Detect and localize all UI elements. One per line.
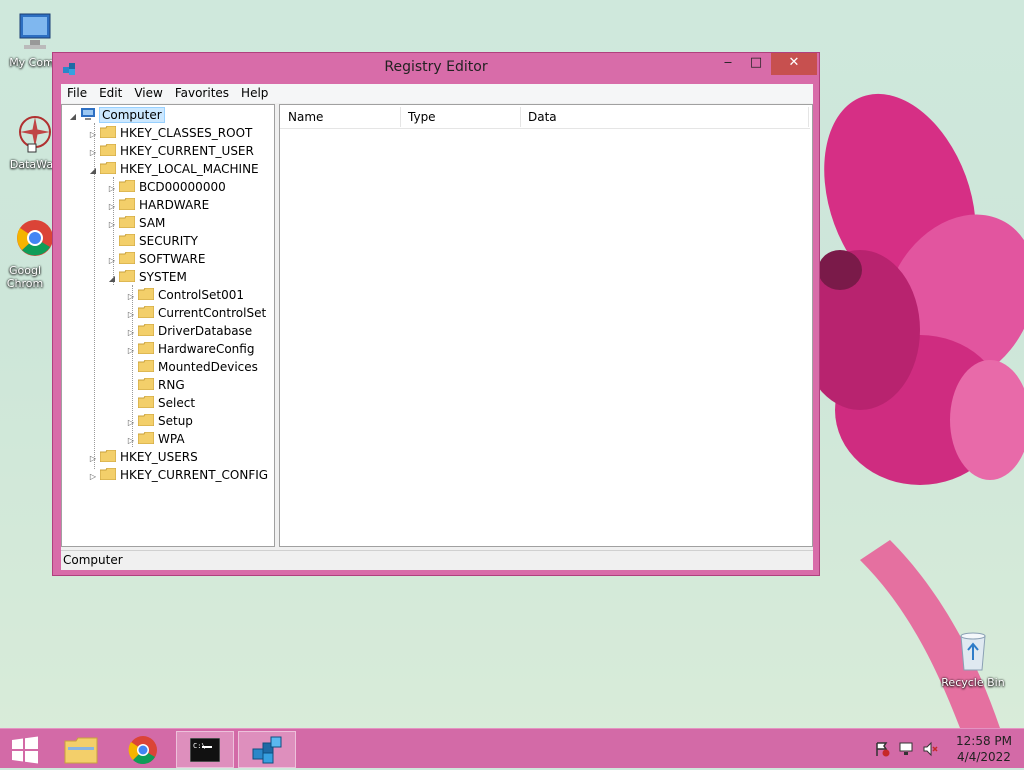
folder-icon: [119, 234, 135, 246]
tree-node-bcd00000000[interactable]: ▷ BCD00000000: [107, 178, 226, 196]
tree-node-select[interactable]: Select: [126, 394, 195, 412]
folder-icon: [100, 162, 116, 174]
computer-icon: [19, 13, 51, 49]
folder-icon: [119, 216, 135, 228]
folder-icon: [100, 126, 116, 138]
registry-editor-window[interactable]: Registry Editor ‒ □ ✕ File Edit View Favori…: [52, 52, 820, 576]
tree-node-system[interactable]: ◢ SYSTEM: [107, 268, 187, 286]
tree-node-computer[interactable]: ◢ Computer: [68, 106, 165, 126]
folder-icon: [119, 252, 135, 264]
folder-icon: [138, 306, 154, 318]
folder-icon: [138, 342, 154, 354]
collapse-arrow-icon[interactable]: ◢: [88, 162, 98, 180]
recycle-bin-icon: [960, 632, 986, 671]
desktop-icon-recycle-bin[interactable]: Recycle Bin: [938, 630, 1008, 689]
taskbar: C:\ 12:58 PM 4/4/2022: [0, 728, 1024, 768]
tree-node-hkey-current-user[interactable]: ▷ HKEY_CURRENT_USER: [88, 142, 254, 160]
collapse-arrow-icon[interactable]: ◢: [107, 270, 117, 288]
folder-icon: [138, 324, 154, 336]
folder-icon: [119, 180, 135, 192]
key-tree-pane[interactable]: ◢ Computer ▷ HKEY_CLASSES_ROOT ▷ HKEY_CURRE…: [61, 104, 275, 547]
tree-node-security[interactable]: SECURITY: [107, 232, 198, 250]
datawag-icon: [19, 116, 51, 153]
folder-icon: [138, 360, 154, 372]
column-header-data[interactable]: Data: [528, 110, 557, 124]
folder-icon: [119, 198, 135, 210]
taskbar-file-explorer[interactable]: [52, 731, 110, 768]
taskbar-registry-editor[interactable]: [238, 731, 296, 768]
close-button[interactable]: ✕: [771, 53, 817, 75]
expand-arrow-icon[interactable]: ▷: [88, 468, 98, 486]
status-bar: Computer: [61, 550, 813, 570]
window-client-area: File Edit View Favorites Help ◢ Computer ▷ HKE…: [61, 84, 813, 570]
folder-icon: [138, 288, 154, 300]
tree-node-software[interactable]: ▷ SOFTWARE: [107, 250, 205, 268]
registry-editor-icon: [252, 736, 282, 764]
tree-node-rng[interactable]: RNG: [126, 376, 185, 394]
action-center-flag-icon[interactable]: [874, 741, 890, 757]
column-header-type[interactable]: Type: [408, 110, 436, 124]
network-icon[interactable]: [898, 741, 914, 757]
folder-icon: [119, 270, 135, 282]
folder-icon: [100, 468, 116, 480]
tree-node-driverdatabase[interactable]: ▷ DriverDatabase: [126, 322, 252, 340]
window-title: Registry Editor: [384, 59, 488, 75]
tree-node-mounteddevices[interactable]: MountedDevices: [126, 358, 258, 376]
tree-node-controlset001[interactable]: ▷ ControlSet001: [126, 286, 244, 304]
maximize-button[interactable]: □: [743, 53, 769, 75]
folder-icon: [64, 737, 98, 764]
chrome-icon: [128, 736, 157, 765]
minimize-button[interactable]: ‒: [715, 53, 741, 75]
status-path: Computer: [63, 553, 123, 567]
taskbar-clock[interactable]: 12:58 PM 4/4/2022: [948, 733, 1020, 765]
menu-favorites[interactable]: Favorites: [169, 84, 235, 100]
clock-date: 4/4/2022: [957, 750, 1011, 764]
folder-icon: [138, 378, 154, 390]
collapse-arrow-icon[interactable]: ◢: [68, 108, 78, 126]
folder-icon: [138, 432, 154, 444]
folder-icon: [100, 144, 116, 156]
volume-muted-icon[interactable]: [922, 741, 938, 757]
menu-bar: File Edit View Favorites Help: [61, 84, 813, 103]
tree-node-hardwareconfig[interactable]: ▷ HardwareConfig: [126, 340, 254, 358]
column-header-name[interactable]: Name: [288, 110, 323, 124]
start-button[interactable]: [0, 731, 58, 768]
windows-logo-icon: [12, 736, 38, 764]
tree-node-hkey-users[interactable]: ▷ HKEY_USERS: [88, 448, 198, 466]
desktop-icon-label: Googl Chrom: [6, 264, 44, 290]
computer-icon: [81, 108, 95, 120]
menu-view[interactable]: View: [128, 84, 168, 100]
taskbar-command-prompt[interactable]: C:\: [176, 731, 234, 768]
folder-icon: [100, 450, 116, 462]
title-bar[interactable]: Registry Editor ‒ □ ✕: [53, 53, 819, 83]
menu-help[interactable]: Help: [235, 84, 274, 100]
menu-file[interactable]: File: [61, 84, 93, 100]
tree-node-hardware[interactable]: ▷ HARDWARE: [107, 196, 209, 214]
value-list-pane[interactable]: Name Type Data: [279, 104, 813, 547]
folder-icon: [138, 396, 154, 408]
tree-node-currentcontrolset[interactable]: ▷ CurrentControlSet: [126, 304, 266, 322]
tree-node-setup[interactable]: ▷ Setup: [126, 412, 193, 430]
tree-node-sam[interactable]: ▷ SAM: [107, 214, 165, 232]
desktop-icon-label: Recycle Bin: [941, 676, 1005, 689]
tree-node-wpa[interactable]: ▷ WPA: [126, 430, 185, 448]
taskbar-chrome[interactable]: [114, 731, 172, 768]
tree-node-hkey-current-config[interactable]: ▷ HKEY_CURRENT_CONFIG: [88, 466, 268, 484]
chrome-icon: [17, 220, 53, 256]
tree-node-hkey-classes-root[interactable]: ▷ HKEY_CLASSES_ROOT: [88, 124, 252, 142]
tree-node-hkey-local-machine[interactable]: ◢ HKEY_LOCAL_MACHINE: [88, 160, 259, 178]
column-headers: Name Type Data: [280, 105, 810, 129]
menu-edit[interactable]: Edit: [93, 84, 128, 100]
command-prompt-icon: C:\: [189, 737, 221, 763]
folder-icon: [138, 414, 154, 426]
clock-time: 12:58 PM: [956, 734, 1012, 748]
